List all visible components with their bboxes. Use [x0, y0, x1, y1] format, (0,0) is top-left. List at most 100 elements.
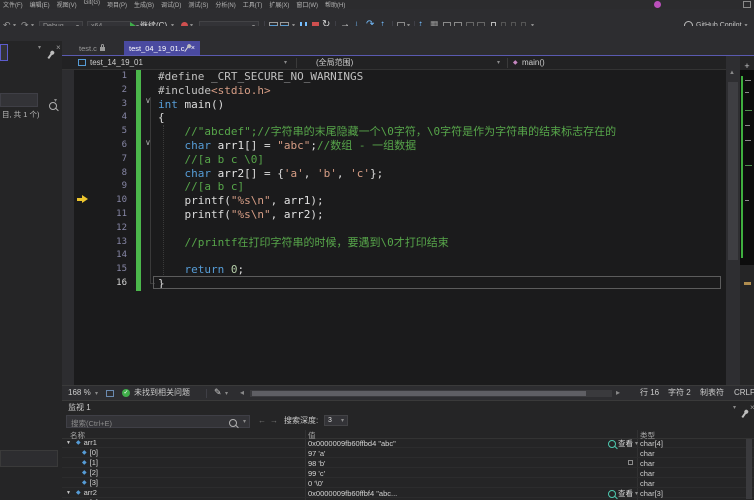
code-line[interactable]: 14 [74, 249, 724, 263]
fold-collapse-icon-line3[interactable]: ∨ [145, 97, 151, 105]
fold-collapse-icon-line6[interactable]: ∨ [145, 139, 151, 147]
minimap[interactable] [740, 70, 754, 265]
watch-search-input[interactable]: 搜索(Ctrl+E) ▾ [66, 415, 250, 428]
code-text: printf("%s\n", arr1); [184, 194, 324, 208]
search-depth-dropdown[interactable]: 3 ▾ [324, 415, 348, 426]
line-number: 12 [116, 222, 127, 233]
watch-value: 0x0000009fb60ffbd4 "abc" [308, 439, 396, 448]
scroll-up-icon[interactable]: ▲ [729, 70, 735, 76]
health-indicator-icon[interactable] [106, 390, 114, 397]
watch-prev-icon[interactable]: ← [258, 417, 266, 425]
watch-name-cell: ◆[0] [62, 448, 98, 457]
panel-searchbox-fragment[interactable] [0, 44, 8, 61]
code-line[interactable]: 13 //printf在打印字符串的时候，要遇到\0才打印结束 [74, 236, 724, 250]
menu-item-P[interactable]: 项目(P) [107, 0, 127, 9]
panel-close-icon[interactable]: × [56, 44, 61, 52]
code-line[interactable]: 15 return 0; [74, 263, 724, 277]
line-number: 6 [121, 139, 127, 150]
watch-pin-icon[interactable] [741, 411, 747, 419]
code-line[interactable]: 2 #include<stdio.h> [74, 84, 724, 98]
watch-name: [1] [89, 458, 98, 467]
window-layout-icon[interactable] [743, 1, 751, 8]
breadcrumb-project[interactable]: test_14_19_01 [90, 59, 143, 67]
hscroll-right-icon[interactable]: ▸ [616, 389, 620, 397]
code-line[interactable]: 6 char arr1[] = "abc";//数组 - 一组数据 [74, 139, 724, 153]
zoom-dropdown-icon[interactable]: ▾ [95, 391, 98, 397]
code-line[interactable]: 1 #define _CRT_SECURE_NO_WARNINGS [74, 70, 724, 84]
health-status-label[interactable]: 未找到相关问题 [134, 389, 190, 397]
code-line[interactable]: 10 printf("%s\n", arr1); [74, 194, 724, 208]
watch-next-icon[interactable]: → [270, 417, 278, 425]
breadcrumb-symbol[interactable]: main() [522, 59, 545, 67]
menu-item-N[interactable]: 分析(N) [215, 0, 235, 9]
code-line[interactable]: 4{ [74, 111, 724, 125]
breadcrumb-scope-dropdown-icon[interactable]: ▾ [497, 60, 500, 66]
menu-item-X[interactable]: 扩展(X) [269, 0, 289, 9]
view-dropdown-icon[interactable]: ▾ [635, 491, 638, 497]
watch-row-3[interactable]: ◆ [3] 0 '\0' char [62, 478, 754, 488]
code-line[interactable]: 5 //"abcdef";//字符串的末尾隐藏一个\0字符，\0字符是作为字符串… [74, 125, 724, 139]
tab-test-04-19-01-c[interactable]: test_04_19_01.c × [124, 41, 200, 56]
watch-search-icon[interactable] [229, 419, 237, 427]
code-line[interactable]: 11 printf("%s\n", arr2); [74, 208, 724, 222]
column-indicator[interactable]: 字符 2 [668, 389, 691, 397]
menu-item-S[interactable]: 测试(S) [188, 0, 208, 9]
menu-item-W[interactable]: 窗口(W) [296, 0, 318, 9]
code-line[interactable]: 8 char arr2[] = {'a', 'b', 'c'}; [74, 167, 724, 181]
code-line[interactable]: 3 int main() [74, 98, 724, 112]
panel-dropdown-icon[interactable]: ▾ [38, 45, 41, 51]
menu-item-D[interactable]: 调试(D) [161, 0, 181, 9]
watch-scrollbar[interactable] [746, 439, 752, 499]
code-line[interactable]: 7 //[a b c \0] [74, 153, 724, 167]
watch-close-icon[interactable]: × [750, 404, 754, 412]
line-number: 16 [116, 277, 127, 288]
panel-splitter[interactable] [62, 70, 74, 385]
watch-row-1[interactable]: ◆ [1] 98 'b' char [62, 458, 754, 468]
menu-item-F[interactable]: 文件(F) [3, 0, 23, 9]
explorer-search-dropdown-icon[interactable]: ▾ [54, 98, 57, 104]
view-dropdown-icon[interactable]: ▾ [635, 441, 638, 447]
code-line[interactable]: 9 //[a b c] [74, 180, 724, 194]
menu-item-GitG[interactable]: Git(G) [84, 0, 100, 9]
split-editor-handle[interactable]: + [740, 56, 754, 71]
watch-type: char [640, 479, 655, 488]
tab-pin-icon[interactable] [184, 45, 189, 52]
code-lines[interactable]: 1 #define _CRT_SECURE_NO_WARNINGS 2 #includ… [74, 70, 724, 291]
watch-name-cell: ◆ [2] [62, 468, 98, 477]
watch-row-2[interactable]: ◆ [2] 99 'c' char [62, 468, 754, 478]
line-number: 9 [121, 181, 127, 192]
tabs-indicator[interactable]: 制表符 [700, 389, 724, 397]
breadcrumb-project-dropdown-icon[interactable]: ▾ [284, 60, 287, 66]
edit-pen-icon[interactable]: ✎ [214, 388, 222, 397]
editor-vertical-scrollbar[interactable]: ▲ [726, 56, 740, 385]
menu-item-T[interactable]: 工具(T) [243, 0, 263, 9]
watch-search-dropdown-icon[interactable]: ▾ [243, 419, 246, 425]
code-line[interactable]: 12 [74, 222, 724, 236]
eol-indicator[interactable]: CRLF [734, 389, 754, 397]
expand-arrow-icon[interactable]: ▼ [66, 490, 71, 496]
watch-row-0[interactable]: ◆[0] 97 'a' char [62, 448, 754, 458]
watch-row-arr1[interactable]: ▼ ◆ arr1 0x0000009fb60ffbd4 "abc" 查看 ▾ char[4] [62, 438, 754, 448]
watch-dropdown-icon[interactable]: ▾ [733, 405, 736, 411]
line-indicator[interactable]: 行 16 [640, 389, 659, 397]
menu-item-B[interactable]: 生成(B) [134, 0, 154, 9]
watch-row-arr2[interactable]: ▼ ◆ arr2 0x0000009fb60ffbf4 "abc... 查看 ▾ char[… [62, 488, 754, 498]
tab-test-c[interactable]: test.c [74, 41, 110, 56]
user-avatar[interactable] [654, 1, 661, 8]
breadcrumb-scope[interactable]: (全局范围) [316, 59, 353, 67]
code-text: #define _CRT_SECURE_NO_WARNINGS [158, 70, 364, 83]
explorer-search-input[interactable] [0, 93, 38, 107]
pen-dropdown-icon[interactable]: ▾ [225, 391, 228, 397]
scrollbar-thumb[interactable] [728, 82, 738, 260]
menu-item-H[interactable]: 帮助(H) [325, 0, 345, 9]
menu-item-E[interactable]: 编辑(E) [30, 0, 50, 9]
menu-item-V[interactable]: 视图(V) [57, 0, 77, 9]
watch-value: 0x0000009fb60ffbf4 "abc... [308, 489, 398, 498]
zoom-level[interactable]: 168 % [68, 389, 91, 397]
standard-toolbar: ↶ ▾ ↷ ▾ Debug▾ x64▾ 继续(C) ▾ ▾ ▾ ▾ ↻ → ↓ … [0, 9, 754, 32]
hscroll-thumb[interactable] [252, 391, 586, 396]
panel-pin-icon[interactable] [47, 52, 53, 60]
horizontal-scrollbar[interactable] [250, 390, 612, 397]
hscroll-left-icon[interactable]: ◂ [240, 389, 244, 397]
expand-arrow-icon[interactable]: ▼ [66, 440, 71, 446]
